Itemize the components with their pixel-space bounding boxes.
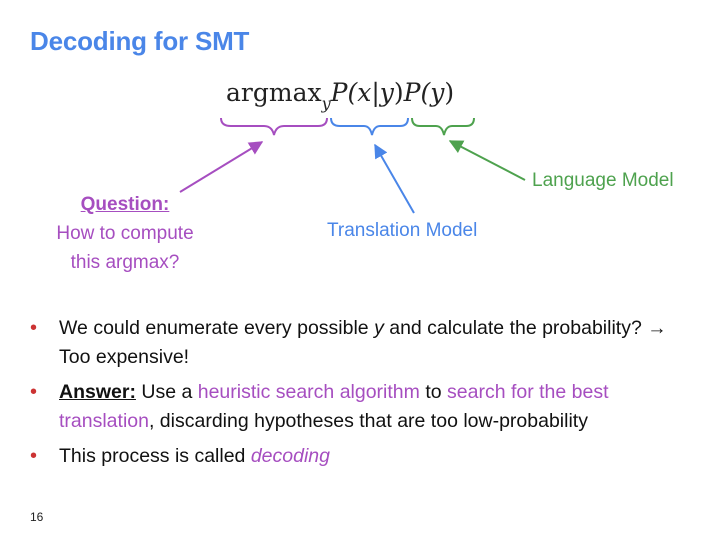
- variable-y: y: [374, 317, 384, 339]
- argmax-brace: [220, 117, 328, 136]
- language-model-label: Language Model: [532, 170, 674, 191]
- question-line-1: How to compute: [56, 223, 194, 244]
- heuristic-search-link[interactable]: heuristic search algorithm: [198, 381, 420, 403]
- bullet-decoding: • This process is called decoding: [30, 442, 690, 471]
- bullet-enumerate: • We could enumerate every possible y and…: [30, 314, 690, 372]
- question-annotation: Question: How to compute this argmax?: [30, 190, 220, 277]
- bullet-list: • We could enumerate every possible y and…: [30, 314, 690, 477]
- question-arrow: [179, 141, 264, 193]
- bullet-marker: •: [30, 381, 38, 403]
- bullet-text: This process is called: [59, 445, 251, 467]
- page-number: 16: [30, 510, 44, 524]
- bullet-answer: • Answer: Use a heuristic search algorith…: [30, 378, 690, 436]
- translation-arrow: [374, 143, 415, 214]
- bullet-text: Use a: [135, 381, 198, 403]
- translation-model-label: Translation Model: [327, 220, 478, 241]
- translation-brace: [330, 117, 409, 136]
- answer-label: Answer:: [59, 381, 136, 403]
- bullet-marker: •: [30, 317, 38, 339]
- language-arrow: [448, 140, 526, 181]
- bullet-text: , discarding hypotheses that are too low…: [148, 410, 588, 432]
- question-line-2: this argmax?: [70, 252, 180, 273]
- decoding-term[interactable]: decoding: [251, 445, 330, 467]
- language-brace: [411, 117, 475, 136]
- bullet-text: to: [419, 381, 448, 403]
- bullet-marker: •: [30, 445, 38, 467]
- question-heading: Question:: [80, 194, 170, 215]
- bullet-text: We could enumerate every possible: [59, 317, 375, 339]
